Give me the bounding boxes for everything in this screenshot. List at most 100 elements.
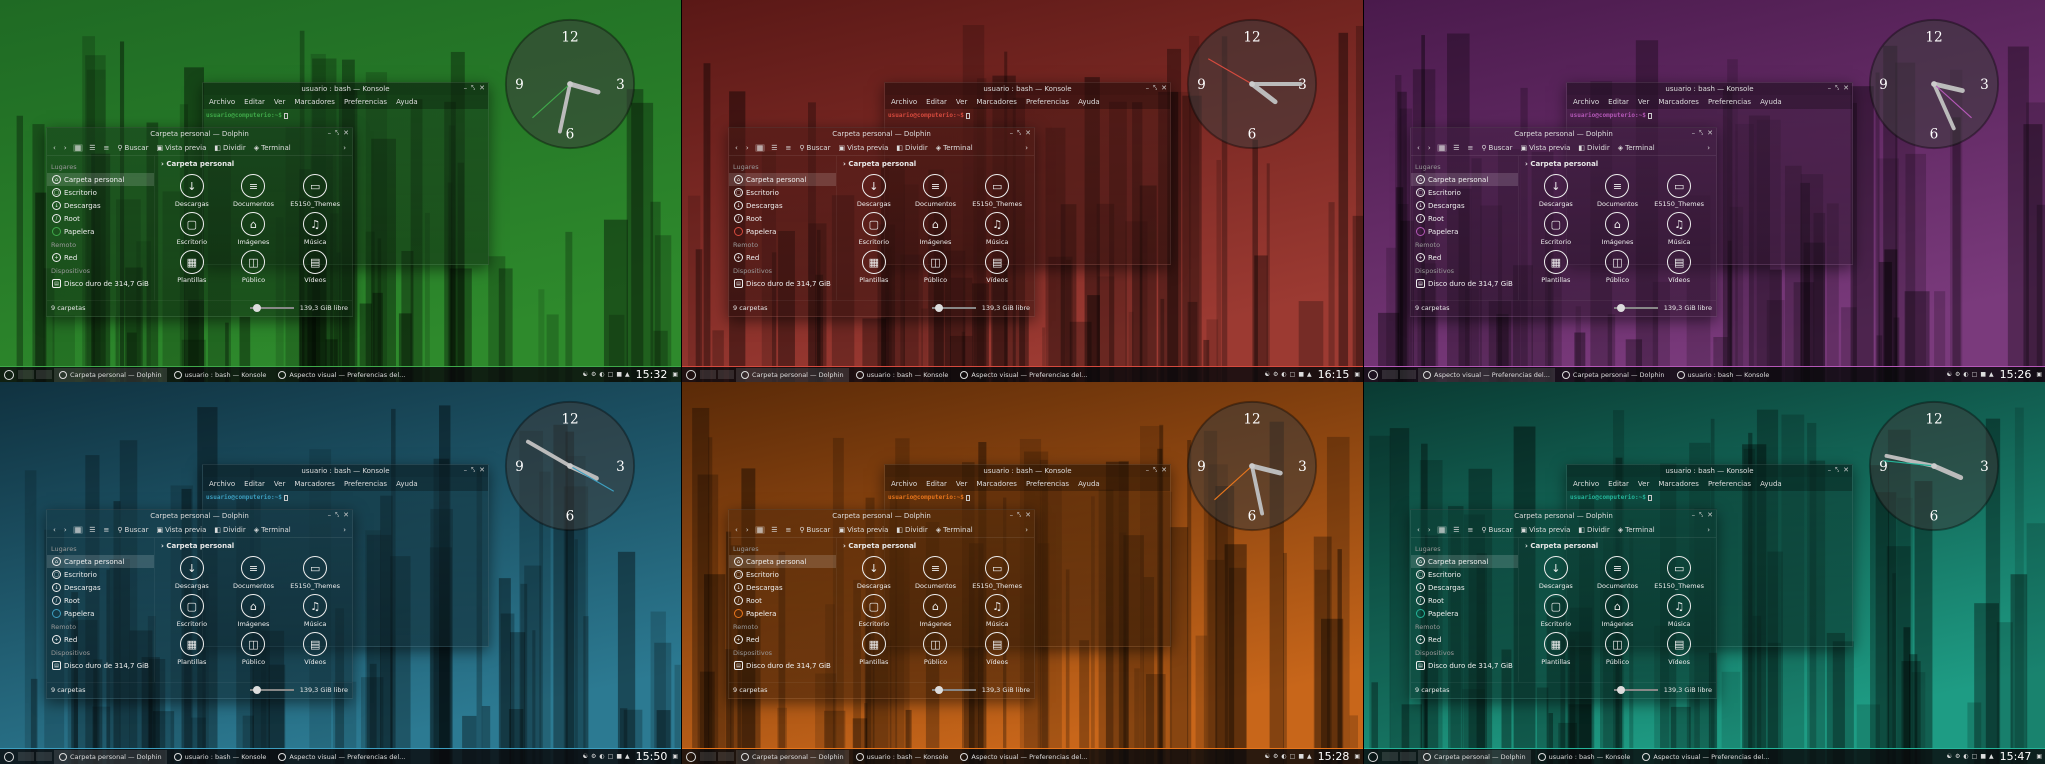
- menu-icon[interactable]: ›: [1023, 144, 1030, 152]
- place-home[interactable]: ⌂ Carpeta personal: [729, 555, 836, 568]
- folder-item[interactable]: ▦ Plantillas: [1525, 632, 1587, 666]
- terminal-button[interactable]: ◈ Terminal: [252, 144, 293, 152]
- menu-icon[interactable]: ›: [341, 144, 348, 152]
- breadcrumb[interactable]: › Carpeta personal: [1525, 160, 1710, 168]
- virtual-desktop-1[interactable]: [1382, 370, 1398, 379]
- close-icon[interactable]: ✕: [1025, 129, 1031, 138]
- terminal-area[interactable]: usuario@computerio:~$: [885, 491, 1170, 504]
- menu-ver[interactable]: Ver: [956, 98, 967, 106]
- menu-editar[interactable]: Editar: [244, 480, 265, 488]
- taskbar-clock[interactable]: 15:32: [636, 368, 668, 381]
- menu-marcadores[interactable]: Marcadores: [294, 98, 335, 106]
- place-trash[interactable]: Papelera: [1411, 225, 1518, 238]
- virtual-desktop-1[interactable]: [18, 752, 34, 761]
- back-icon[interactable]: ‹: [1415, 144, 1422, 152]
- folder-item[interactable]: ⌂ Imágenes: [223, 594, 285, 628]
- konsole-titlebar[interactable]: usuario : bash — Konsole – ⤣ ✕: [885, 465, 1170, 477]
- place-desktop[interactable]: □ Escritorio: [47, 186, 154, 199]
- virtual-desktop-2[interactable]: [36, 752, 52, 761]
- menu-ver[interactable]: Ver: [1638, 480, 1649, 488]
- terminal-button[interactable]: ◈ Terminal: [252, 526, 293, 534]
- place-root[interactable]: / Root: [729, 212, 836, 225]
- wifi-icon[interactable]: ☯: [1265, 371, 1270, 378]
- tray-expand-icon[interactable]: ▲: [625, 753, 630, 760]
- virtual-desktop-2[interactable]: [36, 370, 52, 379]
- place-trash[interactable]: Papelera: [47, 607, 154, 620]
- folder-item[interactable]: ⌂ Imágenes: [1587, 594, 1649, 628]
- maximize-icon[interactable]: ⤣: [1835, 466, 1839, 475]
- search-button[interactable]: ⚲ Buscar: [1479, 526, 1514, 534]
- file-view[interactable]: › Carpeta personal ↓ Descargas ≡ Documentos…: [155, 156, 352, 300]
- preview-button[interactable]: ▣ Vista previa: [836, 144, 890, 152]
- app-launcher-icon[interactable]: [4, 369, 14, 380]
- dolphin-titlebar[interactable]: Carpeta personal — Dolphin – ⤣ ✕: [47, 128, 352, 140]
- zoom-slider[interactable]: [249, 303, 294, 312]
- folder-item[interactable]: ↓ Descargas: [161, 174, 223, 208]
- folder-item[interactable]: ▤ Vídeos: [284, 632, 346, 666]
- clipboard-icon[interactable]: □: [1290, 753, 1296, 760]
- theme-icon[interactable]: ◐: [1963, 753, 1968, 760]
- folder-item[interactable]: ≡ Documentos: [223, 174, 285, 208]
- zoom-handle[interactable]: [1616, 303, 1625, 312]
- menu-ayuda[interactable]: Ayuda: [1760, 480, 1782, 488]
- taskbar-clock[interactable]: 16:15: [1318, 368, 1350, 381]
- zoom-slider[interactable]: [249, 685, 294, 694]
- terminal-area[interactable]: usuario@computerio:~$: [203, 109, 488, 122]
- folder-item[interactable]: ♫ Música: [966, 594, 1028, 628]
- place-network[interactable]: + Red: [1411, 251, 1518, 264]
- folder-item[interactable]: ▦ Plantillas: [843, 250, 905, 284]
- close-icon[interactable]: ✕: [1161, 466, 1167, 475]
- dolphin-window[interactable]: Carpeta personal — Dolphin – ⤣ ✕ ‹ › ▦ ☰…: [46, 127, 353, 317]
- minimize-icon[interactable]: –: [464, 466, 468, 475]
- show-desktop-icon[interactable]: ▣: [2036, 371, 2042, 378]
- icons-view-icon[interactable]: ▦: [72, 143, 84, 152]
- breadcrumb[interactable]: › Carpeta personal: [843, 160, 1028, 168]
- folder-item[interactable]: ▭ E5150_Themes: [1648, 174, 1710, 208]
- details-view-icon[interactable]: ≡: [102, 526, 112, 534]
- folder-item[interactable]: ◫ Público: [905, 250, 967, 284]
- task-konsole[interactable]: usuario : bash — Konsole: [169, 368, 272, 382]
- icons-view-icon[interactable]: ▦: [72, 525, 84, 534]
- clipboard-icon[interactable]: □: [1972, 371, 1978, 378]
- folder-item[interactable]: ♫ Música: [284, 594, 346, 628]
- place-trash[interactable]: Papelera: [47, 225, 154, 238]
- place-downloads[interactable]: ↓ Descargas: [1411, 581, 1518, 594]
- minimize-icon[interactable]: –: [464, 84, 468, 93]
- folder-item[interactable]: ▭ E5150_Themes: [284, 556, 346, 590]
- menu-preferencias[interactable]: Preferencias: [1708, 480, 1751, 488]
- menu-icon[interactable]: ›: [1705, 526, 1712, 534]
- settings-icon[interactable]: ⚙: [591, 753, 596, 760]
- folder-item[interactable]: ▤ Vídeos: [966, 632, 1028, 666]
- settings-icon[interactable]: ⚙: [1955, 753, 1960, 760]
- app-launcher-icon[interactable]: [686, 751, 696, 762]
- icons-view-icon[interactable]: ▦: [1436, 143, 1448, 152]
- details-view-icon[interactable]: ≡: [784, 144, 794, 152]
- maximize-icon[interactable]: ⤣: [471, 84, 475, 93]
- task-konsole[interactable]: usuario : bash — Konsole: [1533, 750, 1636, 764]
- virtual-desktop-2[interactable]: [718, 370, 734, 379]
- dolphin-titlebar[interactable]: Carpeta personal — Dolphin – ⤣ ✕: [1411, 128, 1716, 140]
- folder-item[interactable]: ▤ Vídeos: [966, 250, 1028, 284]
- place-desktop[interactable]: □ Escritorio: [47, 568, 154, 581]
- folder-item[interactable]: ▭ E5150_Themes: [966, 174, 1028, 208]
- show-desktop-icon[interactable]: ▣: [672, 753, 678, 760]
- place-downloads[interactable]: ↓ Descargas: [1411, 199, 1518, 212]
- icons-view-icon[interactable]: ▦: [754, 525, 766, 534]
- task-dolphin[interactable]: Carpeta personal — Dolphin: [1418, 749, 1531, 764]
- search-button[interactable]: ⚲ Buscar: [115, 526, 150, 534]
- close-icon[interactable]: ✕: [1843, 466, 1849, 475]
- menu-editar[interactable]: Editar: [926, 98, 947, 106]
- maximize-icon[interactable]: ⤣: [335, 129, 339, 138]
- virtual-desktop-2[interactable]: [1400, 752, 1416, 761]
- menu-marcadores[interactable]: Marcadores: [1658, 480, 1699, 488]
- folder-item[interactable]: ▢ Escritorio: [161, 594, 223, 628]
- konsole-titlebar[interactable]: usuario : bash — Konsole – ⤣ ✕: [203, 83, 488, 95]
- terminal-button[interactable]: ◈ Terminal: [1616, 526, 1657, 534]
- menu-preferencias[interactable]: Preferencias: [344, 98, 387, 106]
- folder-item[interactable]: ↓ Descargas: [1525, 556, 1587, 590]
- task-dolphin[interactable]: Carpeta personal — Dolphin: [54, 367, 167, 382]
- dolphin-titlebar[interactable]: Carpeta personal — Dolphin – ⤣ ✕: [1411, 510, 1716, 522]
- lock-icon[interactable]: ■: [1980, 753, 1986, 760]
- close-icon[interactable]: ✕: [479, 466, 485, 475]
- virtual-desktop-1[interactable]: [18, 370, 34, 379]
